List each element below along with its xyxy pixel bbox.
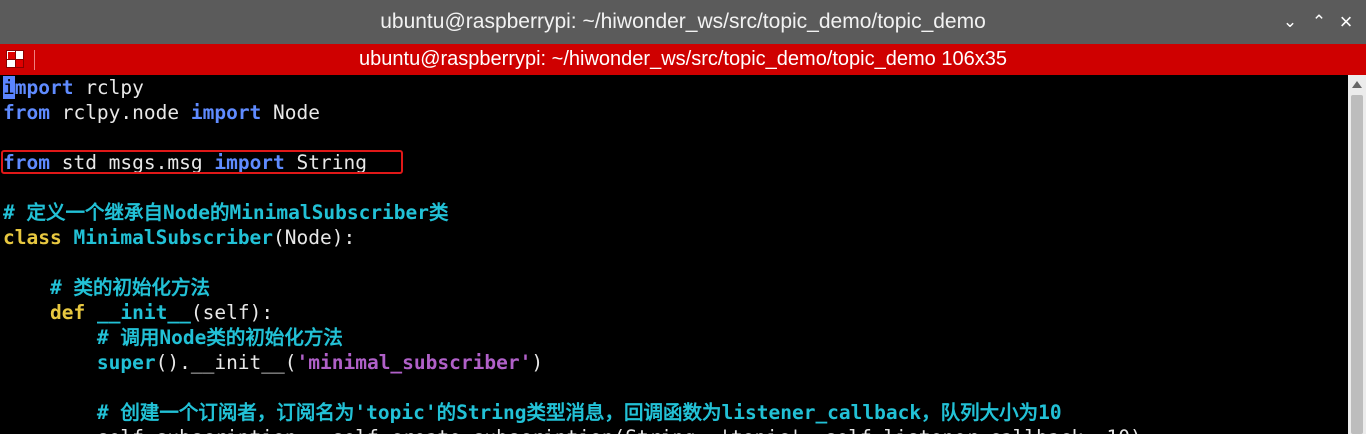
scroll-up-arrow-icon[interactable] [1352,81,1362,88]
code-line-15: self.subscription = self.create_subscrip… [3,425,1142,434]
scrollbar-thumb[interactable] [1351,95,1363,434]
code-line-7: class MinimalSubscriber(Node): [3,226,356,249]
scrollbar[interactable] [1348,75,1366,434]
minimize-icon[interactable]: ⌄ [1278,10,1302,34]
code-line-12: super().__init__('minimal_subscriber') [96,351,544,374]
window-titlebar[interactable]: ubuntu@raspberrypi: ~/hiwonder_ws/src/to… [0,0,1366,44]
code-line-9: # 类的初始化方法 [49,276,210,299]
vim-icon[interactable] [6,50,24,68]
maximize-icon[interactable]: ⌃ [1307,10,1331,34]
titlebar-separator [34,50,35,70]
vim-terminal-title: ubuntu@raspberrypi: ~/hiwonder_ws/src/to… [359,48,1007,70]
code-line-1: import rclpy [3,76,144,99]
code-line-11: # 调用Node类的初始化方法 [96,326,343,349]
code-line-6: # 定义一个继承自Node的MinimalSubscriber类 [3,201,449,224]
code-line-2: from rclpy.node import Node [3,101,321,124]
close-icon[interactable]: × [1334,9,1358,34]
text-cursor: i [3,76,15,99]
code-line-10: def __init__(self): [49,301,274,324]
code-line-14: # 创建一个订阅者，订阅名为'topic'的String类型消息，回调函数为li… [96,401,1062,424]
code-editor[interactable]: import rclpy from rclpy.node import Node… [0,75,1348,434]
vim-terminal-titlebar: ubuntu@raspberrypi: ~/hiwonder_ws/src/to… [0,44,1366,75]
window-title: ubuntu@raspberrypi: ~/hiwonder_ws/src/to… [380,10,986,33]
highlight-box [1,150,403,174]
